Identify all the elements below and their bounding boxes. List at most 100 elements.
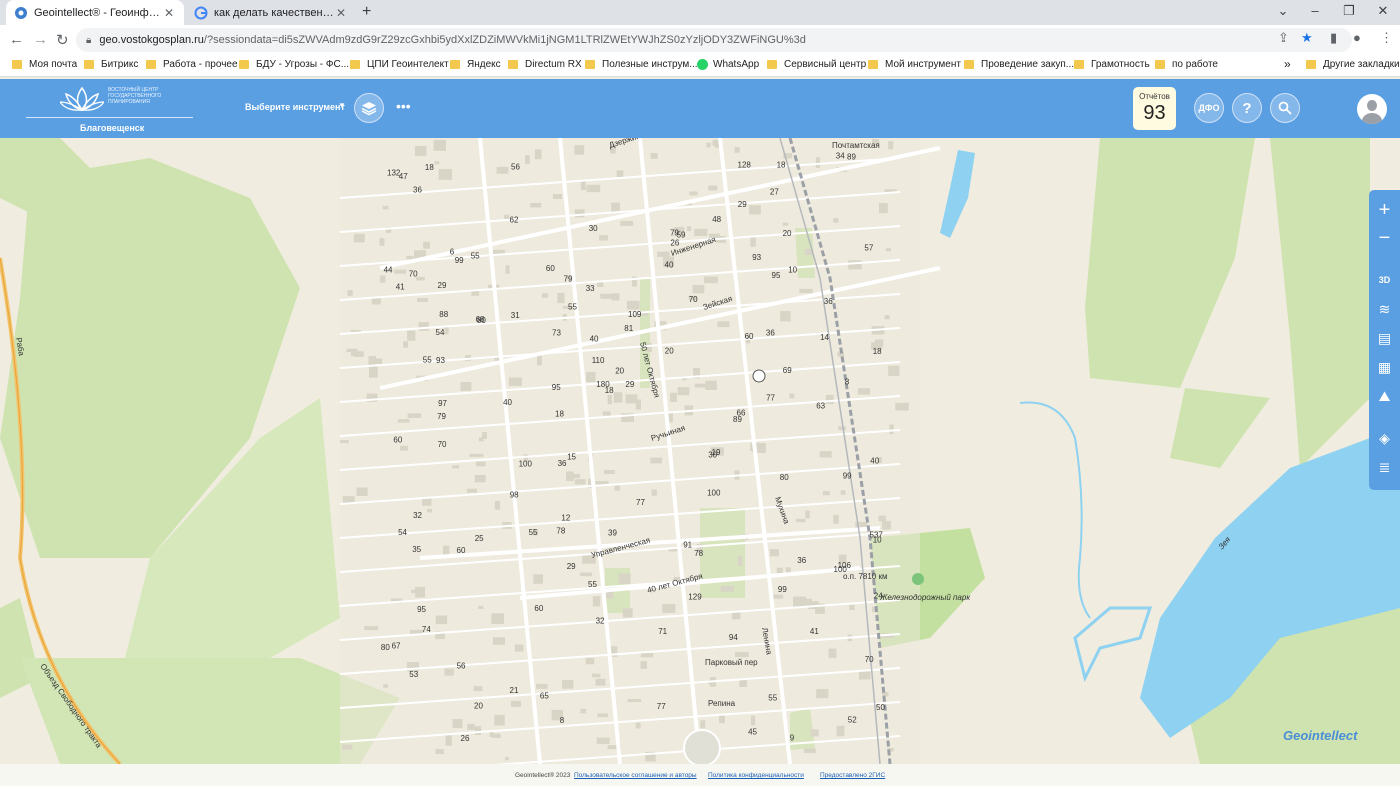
- bookmark-item[interactable]: Яндекс: [450, 59, 501, 70]
- bookmark-item[interactable]: Битрикс: [84, 59, 138, 70]
- house-number: 98: [510, 490, 519, 499]
- bookmark-item[interactable]: WhatsApp: [697, 59, 759, 70]
- city-name[interactable]: Благовещенск: [80, 123, 144, 133]
- bookmark-item[interactable]: Моя почта: [12, 59, 77, 70]
- chevron-down-icon[interactable]: ▼: [338, 101, 346, 110]
- lock-icon[interactable]: 🔒︎: [86, 35, 91, 46]
- close-window-icon[interactable]: ✕: [1366, 0, 1400, 25]
- bookmark-item[interactable]: ЦПИ Геоинтелект: [350, 59, 449, 70]
- tab-title: Geointellect® - Геоинформацио: [34, 6, 162, 19]
- bookmark-item[interactable]: Работа - прочее: [146, 59, 238, 70]
- building: [580, 708, 587, 714]
- building: [815, 157, 821, 168]
- house-number: 110: [592, 356, 605, 365]
- building: [452, 465, 460, 469]
- provider-link[interactable]: Предоставлено 2ГИС: [820, 772, 885, 779]
- back-icon[interactable]: ←: [9, 31, 24, 48]
- sidebar-panel-icon[interactable]: ▮: [1330, 30, 1337, 46]
- bookmark-label: Грамотность: [1091, 59, 1150, 70]
- bookmark-item[interactable]: Грамотность: [1074, 59, 1150, 70]
- location-marker-icon[interactable]: [752, 369, 766, 383]
- bookmark-item[interactable]: по работе: [1155, 59, 1218, 70]
- close-tab-icon[interactable]: ✕: [334, 6, 348, 20]
- bookmark-item[interactable]: БДУ - Угрозы - ФС...: [239, 59, 349, 70]
- minimize-icon[interactable]: –: [1298, 0, 1332, 25]
- bookmark-label: Работа - прочее: [163, 59, 238, 70]
- layers-button[interactable]: [354, 93, 384, 123]
- house-number: 94: [729, 633, 738, 642]
- building: [793, 596, 807, 608]
- building: [602, 411, 611, 416]
- building: [586, 371, 596, 383]
- bookmarks-overflow-button[interactable]: »: [1284, 57, 1291, 71]
- bookmark-item[interactable]: Полезные инструм...: [585, 59, 698, 70]
- house-number: 109: [628, 310, 642, 319]
- tab-search-icon[interactable]: ⌄: [1266, 0, 1300, 25]
- wind-icon[interactable]: ≋: [1369, 297, 1400, 321]
- building: [443, 545, 450, 555]
- buildings-icon[interactable]: ▦: [1369, 355, 1400, 379]
- reports-counter[interactable]: Отчётов 93: [1133, 87, 1176, 130]
- map-canvas[interactable]: 18 77 80 36 39 55 74 78 93 128 99 54 29 88 10 129 100 99 7…: [0, 138, 1400, 764]
- more-options-icon[interactable]: •••: [396, 98, 411, 114]
- reload-icon[interactable]: ↻: [56, 31, 69, 49]
- search-button[interactable]: [1270, 93, 1300, 123]
- privacy-link[interactable]: Политика конфиденциальности: [708, 772, 804, 779]
- terrain-icon[interactable]: ⛰︎: [1369, 384, 1400, 408]
- new-tab-button[interactable]: +: [362, 3, 371, 21]
- tab-google-search[interactable]: как делать качественные снимок ✕: [186, 0, 356, 25]
- house-number: 70: [438, 440, 447, 449]
- building: [418, 322, 429, 331]
- bookmark-item[interactable]: Мой инструмент: [868, 59, 961, 70]
- building: [611, 202, 620, 212]
- bookmark-item[interactable]: Проведение закуп...: [964, 59, 1074, 70]
- house-number: 100: [519, 460, 533, 469]
- house-number: 74: [422, 625, 431, 634]
- building: [650, 457, 662, 464]
- street-label: Почтамтская: [832, 141, 880, 150]
- house-number: 14: [820, 333, 829, 342]
- bookmark-item[interactable]: Сервисный центр: [767, 59, 866, 70]
- url-field[interactable]: 🔒︎ geo.vostokgosplan.ru /?sessiondata=di…: [76, 28, 1352, 52]
- zoom-out-button[interactable]: −: [1369, 226, 1400, 250]
- building: [651, 489, 657, 496]
- other-bookmarks[interactable]: Другие закладки: [1306, 59, 1400, 70]
- building: [618, 573, 631, 584]
- close-tab-icon[interactable]: ✕: [162, 6, 176, 20]
- browser-menu-icon[interactable]: ⋮: [1380, 30, 1393, 46]
- forward-icon[interactable]: →: [33, 31, 48, 48]
- share-icon[interactable]: ⇪: [1278, 30, 1289, 46]
- bookmark-item[interactable]: Directum RX: [508, 59, 582, 70]
- restore-icon[interactable]: ❐: [1332, 0, 1366, 25]
- park-marker-icon[interactable]: [912, 573, 924, 585]
- house-number: 29: [438, 281, 447, 290]
- house-number: 36: [413, 185, 422, 194]
- house-number: 77: [636, 498, 645, 507]
- building: [735, 652, 749, 658]
- profile-icon[interactable]: ●: [1353, 30, 1361, 45]
- house-number: 32: [596, 617, 605, 626]
- dfo-button[interactable]: ДФО: [1194, 93, 1224, 123]
- lotus-logo-icon[interactable]: [60, 86, 104, 112]
- building: [737, 555, 743, 566]
- building: [640, 661, 647, 669]
- agreement-link[interactable]: Пользовательское соглашение и авторы: [574, 772, 697, 779]
- user-avatar[interactable]: [1357, 94, 1387, 124]
- tool-select[interactable]: Выберите инструмент: [245, 102, 345, 112]
- bookmark-label: Битрикс: [101, 59, 139, 70]
- 3d-mode-button[interactable]: 3D: [1369, 268, 1400, 292]
- stack-icon[interactable]: ≣: [1369, 455, 1400, 479]
- house-number: 20: [665, 347, 674, 356]
- building: [819, 451, 832, 458]
- house-number: 70: [865, 655, 874, 664]
- building: [394, 269, 407, 274]
- help-button[interactable]: ?: [1232, 93, 1262, 123]
- traffic-light-icon[interactable]: ▤: [1369, 326, 1400, 350]
- eraser-icon[interactable]: ◈: [1369, 426, 1400, 450]
- tab-geointellect[interactable]: Geointellect® - Геоинформацио ✕: [6, 0, 184, 25]
- building: [604, 470, 615, 474]
- building: [496, 166, 509, 174]
- bookmark-star-icon[interactable]: ★: [1301, 30, 1313, 46]
- zoom-in-button[interactable]: +: [1369, 198, 1400, 222]
- forest-area: [1085, 138, 1255, 388]
